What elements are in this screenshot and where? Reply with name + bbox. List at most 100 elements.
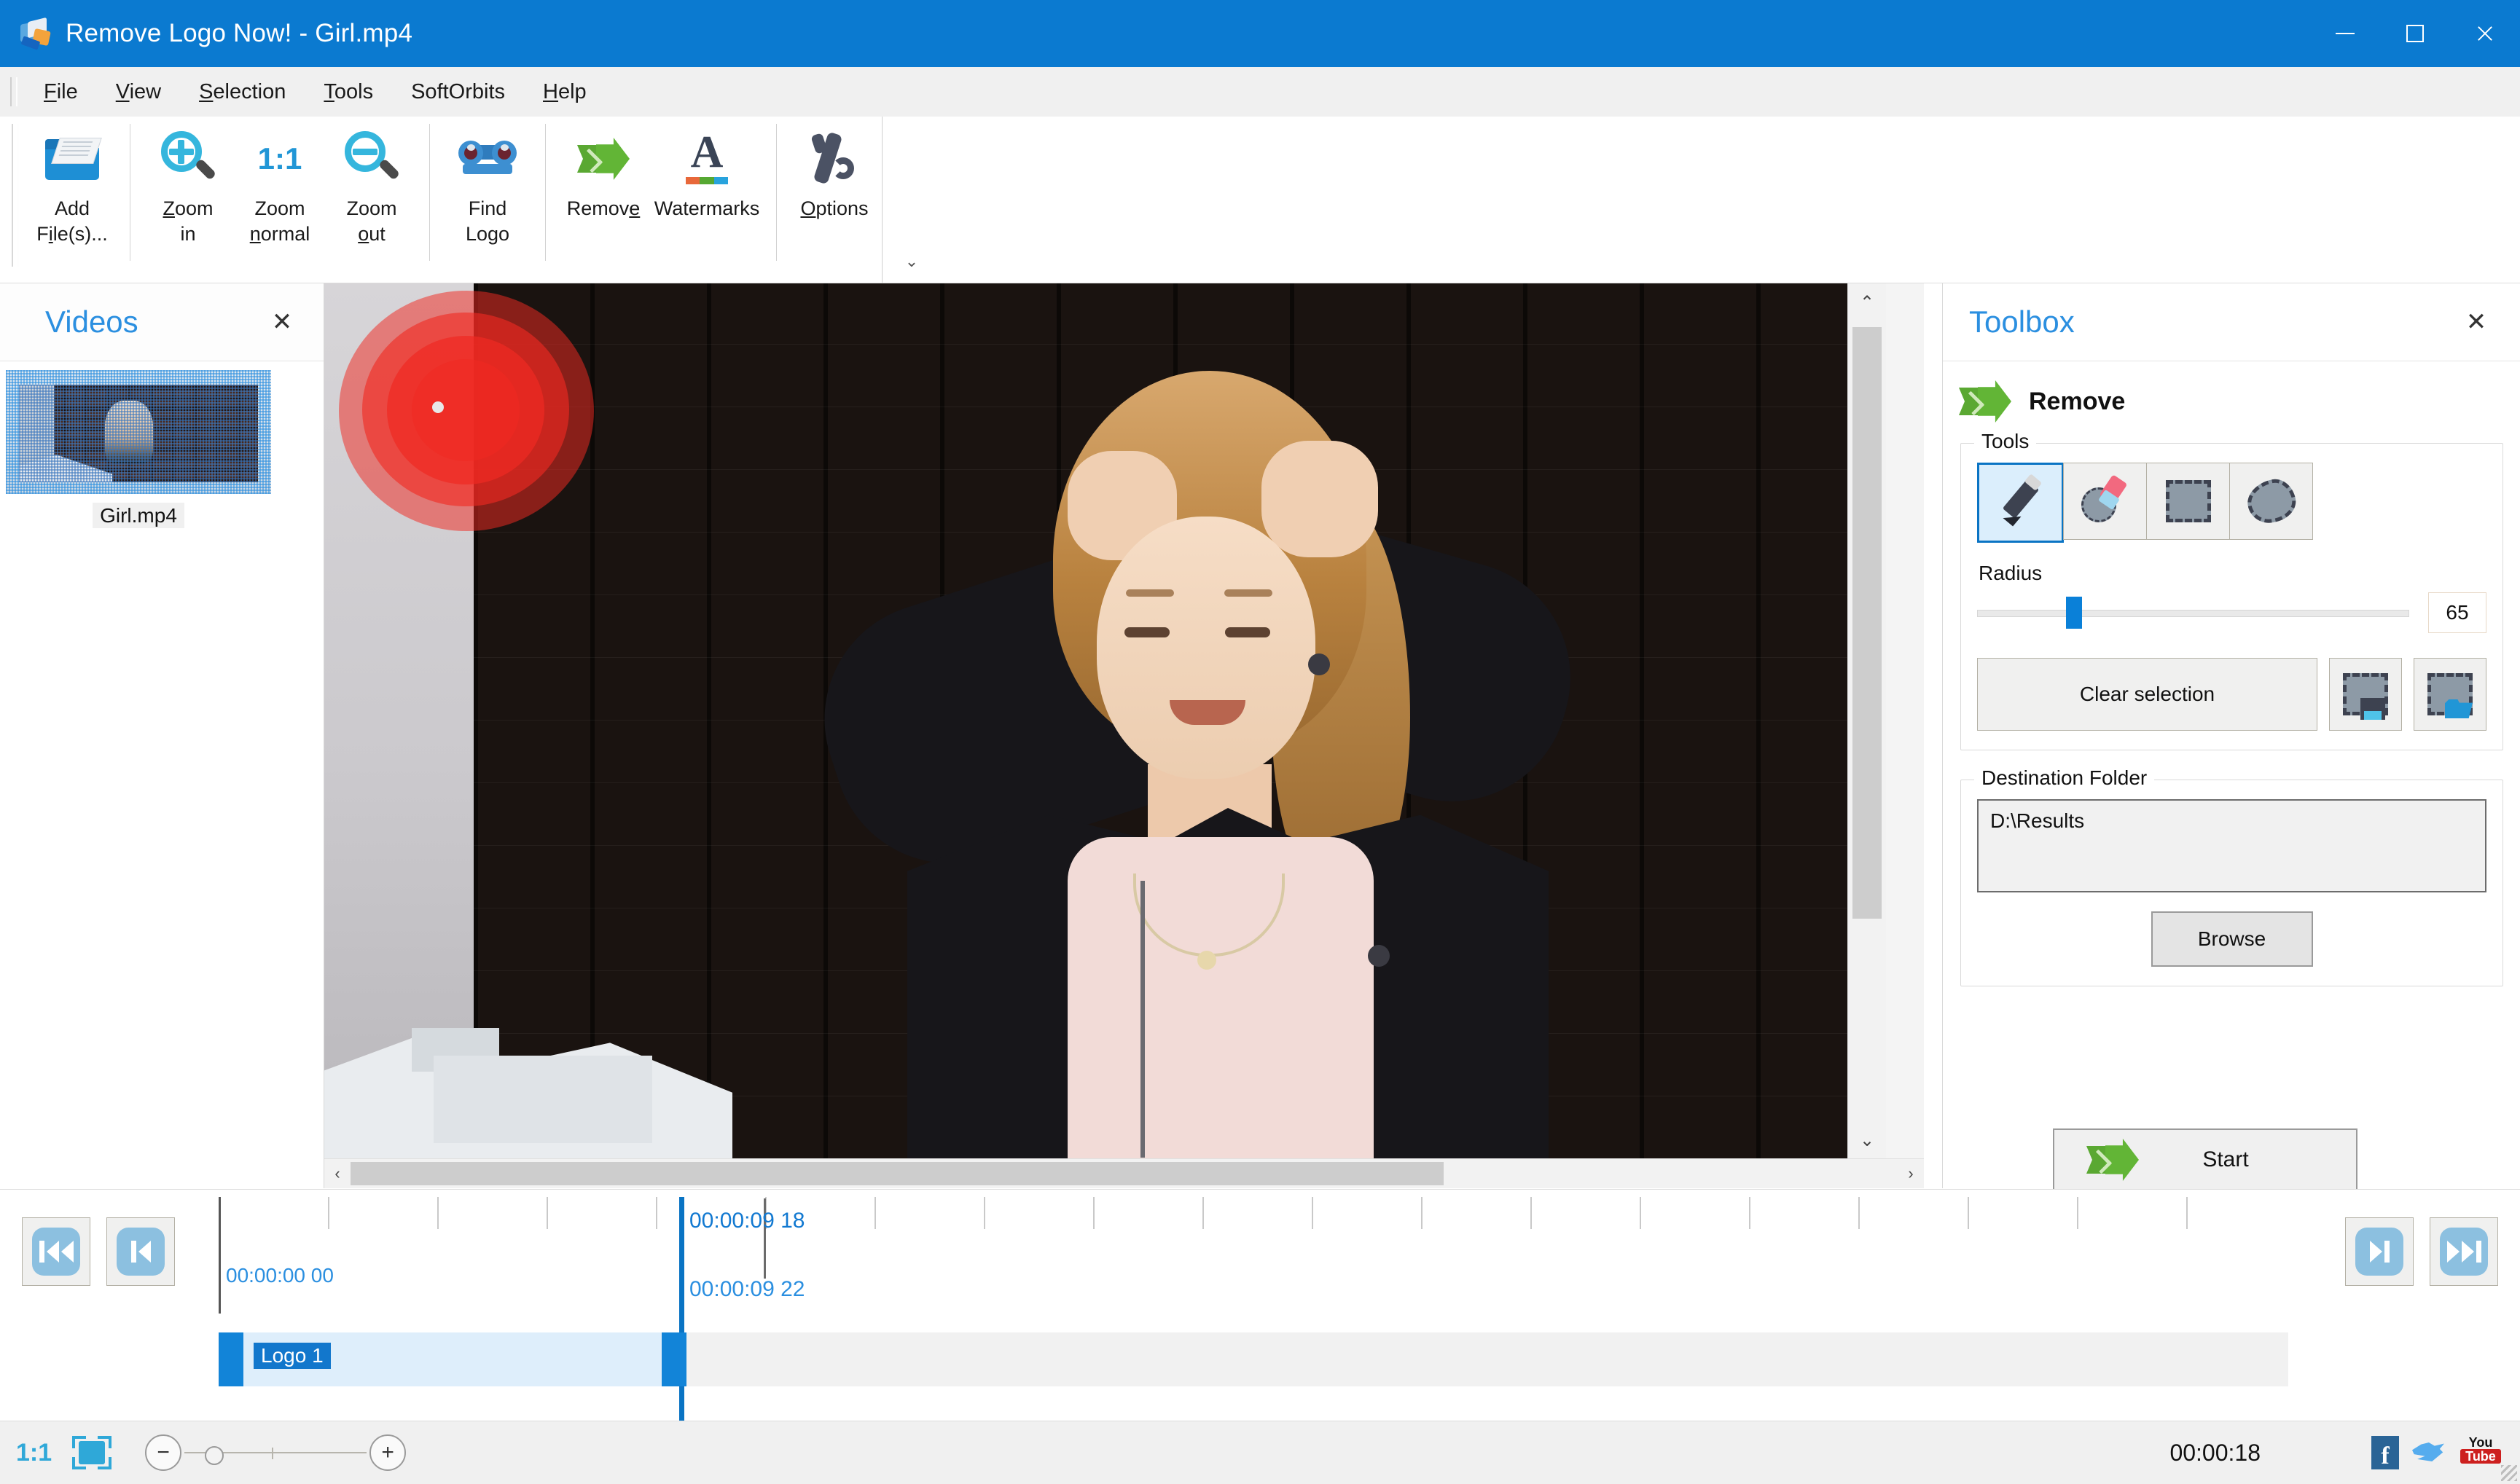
red-selection-overlay[interactable] [339,291,594,531]
toolbar-expand-icon[interactable]: ⌄ [902,252,921,271]
start-button-label: Start [2202,1147,2249,1171]
clip-label: Logo 1 [254,1343,331,1369]
skip-to-end-button[interactable] [2430,1217,2498,1286]
vertical-scroll-thumb[interactable] [1852,327,1882,919]
fit-to-window-icon[interactable] [72,1436,112,1469]
timeline-playhead[interactable] [679,1197,684,1423]
save-selection-icon [2343,673,2388,720]
horizontal-scroll-track[interactable] [351,1162,1898,1185]
clip-end-handle[interactable] [662,1332,686,1386]
video-preview[interactable]: ⌃ ⌄ [324,283,1886,1159]
selection-hatch-overlay [19,385,258,482]
app-logo-icon [19,17,52,50]
destination-path-field[interactable]: D:\Results [1977,799,2486,892]
timeline-track[interactable]: Logo 1 [219,1332,2288,1386]
save-selection-button[interactable] [2329,658,2402,731]
scroll-up-icon[interactable]: ⌃ [1848,283,1886,321]
timeline-start-marker [219,1197,221,1314]
menu-item-file[interactable]: File [25,67,97,117]
youtube-icon[interactable]: You Tube [2460,1436,2501,1469]
previous-frame-button[interactable] [106,1217,175,1286]
menu-item-tools[interactable]: Tools [305,67,392,117]
clear-selection-button[interactable]: Clear selection [1977,658,2317,731]
zoom-normal-button[interactable]: 1:1 Zoom normal [234,117,326,271]
close-button[interactable] [2450,0,2520,67]
rectangle-select-tool-button[interactable] [2146,463,2230,540]
remove-mode-label: Remove [566,197,641,219]
horizontal-scroll-thumb[interactable] [351,1162,1444,1185]
zoom-slider-thumb[interactable] [205,1446,224,1465]
next-frame-button[interactable] [2345,1217,2414,1286]
toolbox-panel: Toolbox ✕ Remove Tools Radius 65 Clear s… [1942,283,2520,1188]
radius-slider[interactable] [1977,597,2409,629]
scroll-right-icon[interactable]: › [1898,1159,1924,1188]
options-button[interactable]: Options [789,117,880,271]
find-logo-button[interactable]: Find Logo [442,117,533,271]
list-item[interactable] [6,370,271,494]
zoom-in-button[interactable]: Zoom in [142,117,234,271]
zoom-out-button[interactable]: Zoom out [326,117,418,271]
menu-item-softorbits[interactable]: SoftOrbits [392,67,524,117]
application-window: Remove Logo Now! - Girl.mp4 File View Se… [0,0,2520,1484]
radius-value-field[interactable]: 65 [2428,592,2486,633]
zoom-out-icon[interactable]: − [145,1434,182,1471]
destination-folder-label: Destination Folder [1974,766,2155,790]
open-folder-icon [45,127,102,190]
toolbox-close-icon[interactable]: ✕ [2451,297,2502,348]
videos-panel-close-icon[interactable]: ✕ [257,297,308,348]
menu-item-help[interactable]: Help [524,67,606,117]
videos-panel: Videos ✕ Girl.mp4 [0,283,324,1188]
toolbar-drag-grip[interactable] [12,124,19,267]
green-arrow-icon [2086,1139,2139,1181]
window-title: Remove Logo Now! - Girl.mp4 [66,19,413,47]
zoom-in-icon[interactable]: + [369,1434,407,1471]
playhead-time-bottom: 00:00:09 22 [689,1277,805,1301]
toolbar-separator [776,124,777,261]
wrench-icon [810,127,858,190]
selection-actions-row: Clear selection [1977,658,2486,731]
watermarks-button[interactable]: A Watermarks [649,117,764,271]
tools-group: Tools Radius 65 Clear selection [1960,430,2503,750]
lasso-select-tool-button[interactable] [2229,463,2313,540]
radius-slider-thumb[interactable] [2065,597,2082,629]
facebook-icon[interactable]: f [2371,1436,2399,1469]
maximize-button[interactable] [2380,0,2450,67]
radius-row: 65 [1977,592,2486,633]
maximize-icon [2406,25,2424,42]
video-file-label: Girl.mp4 [6,503,271,528]
menu-item-selection[interactable]: Selection [180,67,305,117]
remove-mode-button[interactable]: Remove [557,117,649,271]
load-selection-button[interactable] [2414,658,2486,731]
eraser-tool-button[interactable] [2063,463,2147,540]
add-files-button[interactable]: Add File(s)... [26,117,118,271]
minimize-button[interactable] [2310,0,2380,67]
resize-grip[interactable] [2501,1465,2517,1481]
toolbox-header: Toolbox ✕ [1943,283,2520,361]
menu-item-view[interactable]: View [97,67,180,117]
status-bar: 1:1 − + 00:00:18 f You Tube [0,1421,2520,1484]
radius-slider-track[interactable] [1977,610,2409,617]
close-icon [2476,24,2494,43]
destination-folder-group: Destination Folder D:\Results Browse [1960,766,2503,986]
canvas-horizontal-scrollbar[interactable]: ‹ › [324,1158,1924,1188]
scroll-left-icon[interactable]: ‹ [324,1159,351,1188]
twitter-icon[interactable] [2412,1438,2447,1467]
toolbar-separator [429,124,430,261]
toolbar-group-find: Find Logo [440,117,535,267]
tool-buttons-row [1977,463,2486,543]
toolbar-group-options: Options [787,117,882,267]
menu-drag-grip[interactable] [10,77,17,106]
timeline-ruler[interactable]: 00:00:00 00 00:00:09 18 00:00:09 22 [219,1197,2288,1423]
zoom-slider[interactable]: − + [145,1434,407,1471]
browse-button[interactable]: Browse [2151,911,2313,967]
timeline-start-time: 00:00:00 00 [226,1264,334,1287]
timeline-clip[interactable]: Logo 1 [219,1332,686,1386]
scroll-down-icon[interactable]: ⌄ [1848,1121,1886,1159]
menu-bar: File View Selection Tools SoftOrbits Hel… [0,67,2520,117]
canvas-vertical-scrollbar[interactable]: ⌃ ⌄ [1847,283,1886,1159]
start-button[interactable]: Start [2053,1128,2357,1191]
skip-to-start-button[interactable] [22,1217,90,1286]
pencil-tool-button[interactable] [1977,463,2064,543]
zoom-slider-track[interactable] [184,1436,367,1469]
clip-start-handle[interactable] [219,1332,243,1386]
